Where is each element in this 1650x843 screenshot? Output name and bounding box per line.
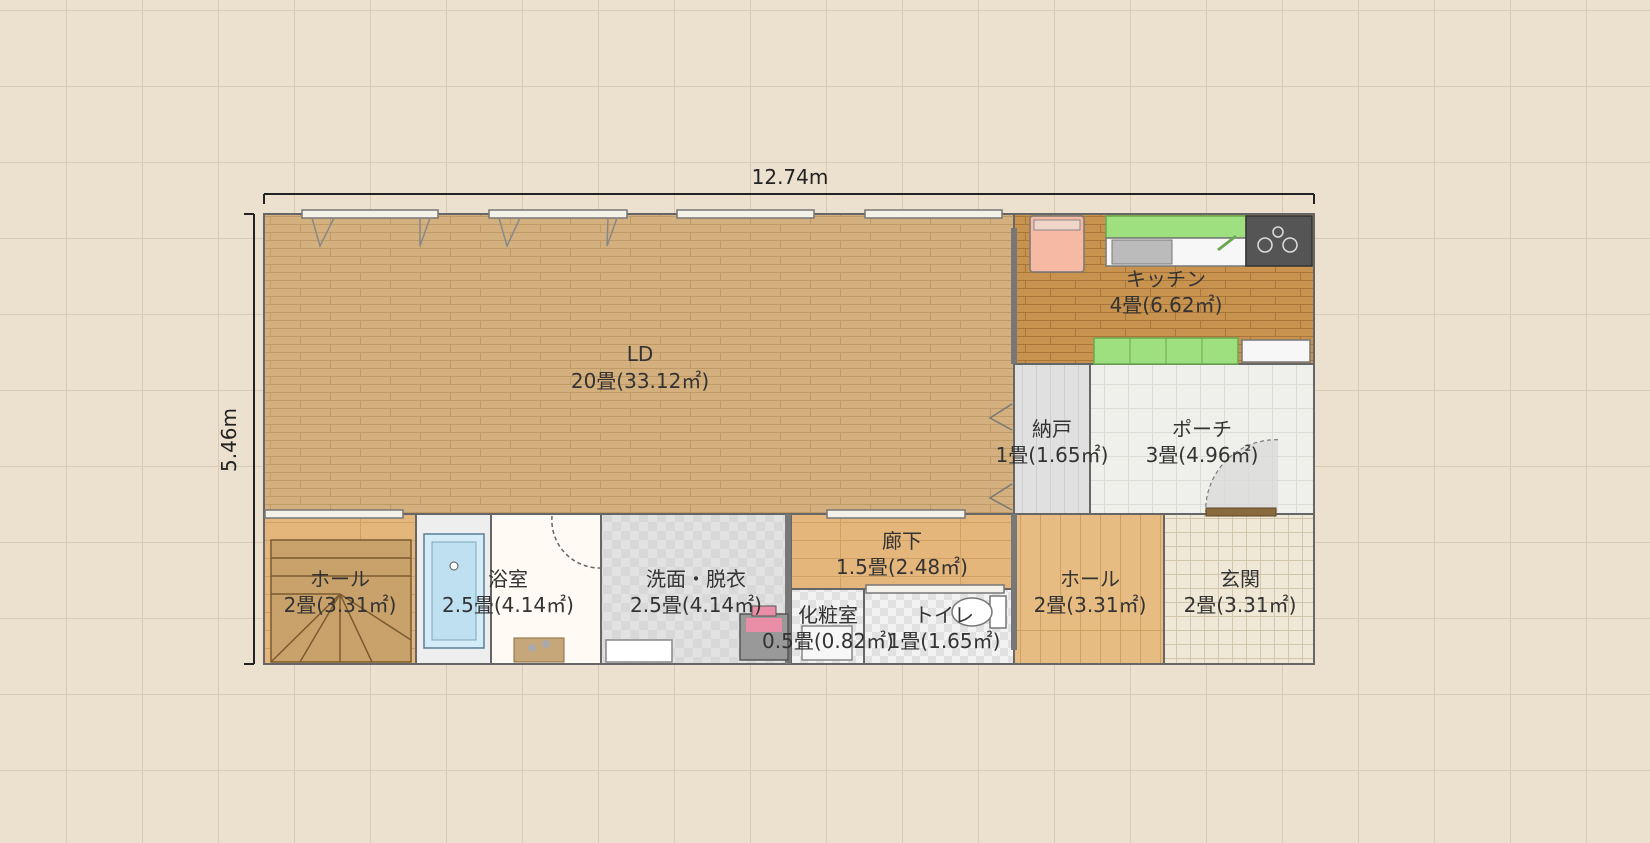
bathtub-icon: [423, 533, 485, 649]
width-label: 12.74m: [752, 165, 829, 189]
room-ld-name: LD: [627, 342, 654, 366]
room-entrance-area: 2畳(3.31㎡): [1184, 593, 1297, 617]
room-toilet-area: 1畳(1.65㎡): [888, 629, 1001, 653]
room-entrance-name: 玄関: [1220, 567, 1260, 591]
room-hall-right-area: 2畳(3.31㎡): [1034, 593, 1147, 617]
room-powder-name: 化粧室: [798, 603, 858, 627]
room-porch-area: 3畳(4.96㎡): [1146, 443, 1259, 467]
room-bath-name: 浴室: [488, 567, 528, 591]
kitchen-counter: [1105, 215, 1247, 267]
stove-icon: [1245, 215, 1313, 267]
room-hall-right-name: ホール: [1060, 567, 1120, 591]
room-storage-area: 1畳(1.65㎡): [996, 443, 1109, 467]
washbasin-icon: [605, 639, 673, 663]
height-label: 5.46m: [217, 408, 241, 472]
floor-plan: 12.74m 5.46m LD 20畳(33.12㎡) キッチン 4畳(6.62…: [217, 165, 1315, 665]
room-corridor-area: 1.5畳(2.48㎡): [836, 555, 968, 579]
height-dimension: 5.46m: [217, 213, 255, 665]
fridge-icon: [1029, 215, 1085, 273]
room-washroom-area: 2.5畳(4.14㎡): [630, 593, 762, 617]
room-ld-area: 20畳(33.12㎡): [571, 369, 709, 393]
room-corridor-name: 廊下: [882, 529, 922, 553]
room-powder-area: 0.5畳(0.82㎡): [762, 629, 894, 653]
kitchen-island: [1093, 337, 1311, 365]
room-kitchen-area: 4畳(6.62㎡): [1110, 293, 1223, 317]
shower-icon: [513, 637, 565, 663]
room-hall-left-area: 2畳(3.31㎡): [284, 593, 397, 617]
room-kitchen-name: キッチン: [1126, 267, 1206, 291]
room-hall-left-name: ホール: [310, 567, 370, 591]
width-dimension: 12.74m: [263, 165, 1315, 204]
room-washroom-name: 洗面・脱衣: [646, 567, 746, 591]
room-toilet-name: トイレ: [914, 603, 974, 627]
room-porch-name: ポーチ: [1172, 417, 1232, 441]
room-storage-name: 納戸: [1032, 417, 1072, 441]
room-bath-area: 2.5畳(4.14㎡): [442, 593, 574, 617]
